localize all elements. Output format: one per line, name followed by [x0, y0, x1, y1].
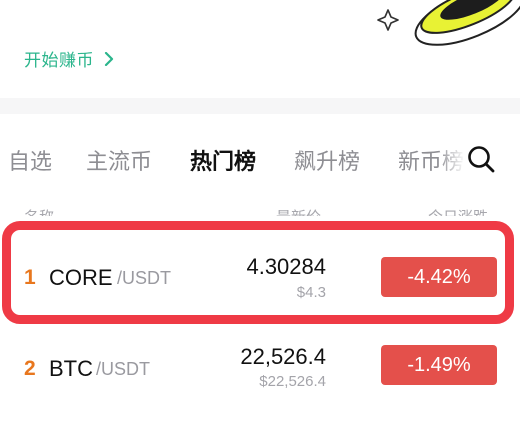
fiat-price: $4.3 — [296, 284, 326, 301]
sparkle-icon — [377, 9, 399, 31]
chevron-right-icon — [104, 51, 114, 66]
pair-quote: /USDT — [117, 268, 171, 288]
start-earning-link[interactable]: 开始赚币 — [24, 46, 114, 71]
section-divider — [0, 98, 520, 114]
tab-mainstream[interactable]: 主流币 — [86, 144, 152, 176]
change-badge[interactable]: -1.49% — [381, 345, 497, 385]
last-price: 22,526.4 — [240, 344, 326, 369]
search-icon[interactable] — [466, 144, 496, 174]
column-price-header: 最新价 — [276, 206, 321, 216]
market-tab-bar: 自选 主流币 热门榜 飙升榜 新币榜 — [0, 114, 520, 198]
pair-symbol: BTC — [49, 356, 93, 381]
change-badge[interactable]: -4.42% — [381, 257, 497, 297]
promo-banner: 开始赚币 — [0, 0, 520, 98]
list-item[interactable]: 2 BTC /USDT 22,526.4 $22,526.4 -1.49% — [0, 326, 520, 424]
tab-hot[interactable]: 热门榜 — [190, 144, 256, 176]
rank-number: 1 — [24, 266, 36, 289]
tab-gainers[interactable]: 飙升榜 — [294, 144, 360, 176]
banner-illustration — [377, 0, 520, 46]
list-item[interactable]: 1 CORE /USDT 4.30284 $4.3 -4.42% — [0, 226, 520, 324]
pair-quote: /USDT — [96, 359, 150, 379]
pair-symbol: CORE — [49, 265, 113, 290]
tab-watchlist[interactable]: 自选 — [8, 144, 52, 176]
start-earning-label: 开始赚币 — [24, 51, 94, 71]
last-price: 4.30284 — [246, 254, 326, 279]
column-name-header: 名称 — [24, 206, 54, 216]
fiat-price: $22,526.4 — [259, 373, 326, 390]
column-change-header: 今日涨跌 — [428, 206, 488, 216]
column-header: 名称 最新价 今日涨跌 — [0, 198, 520, 216]
rank-number: 2 — [24, 357, 36, 380]
